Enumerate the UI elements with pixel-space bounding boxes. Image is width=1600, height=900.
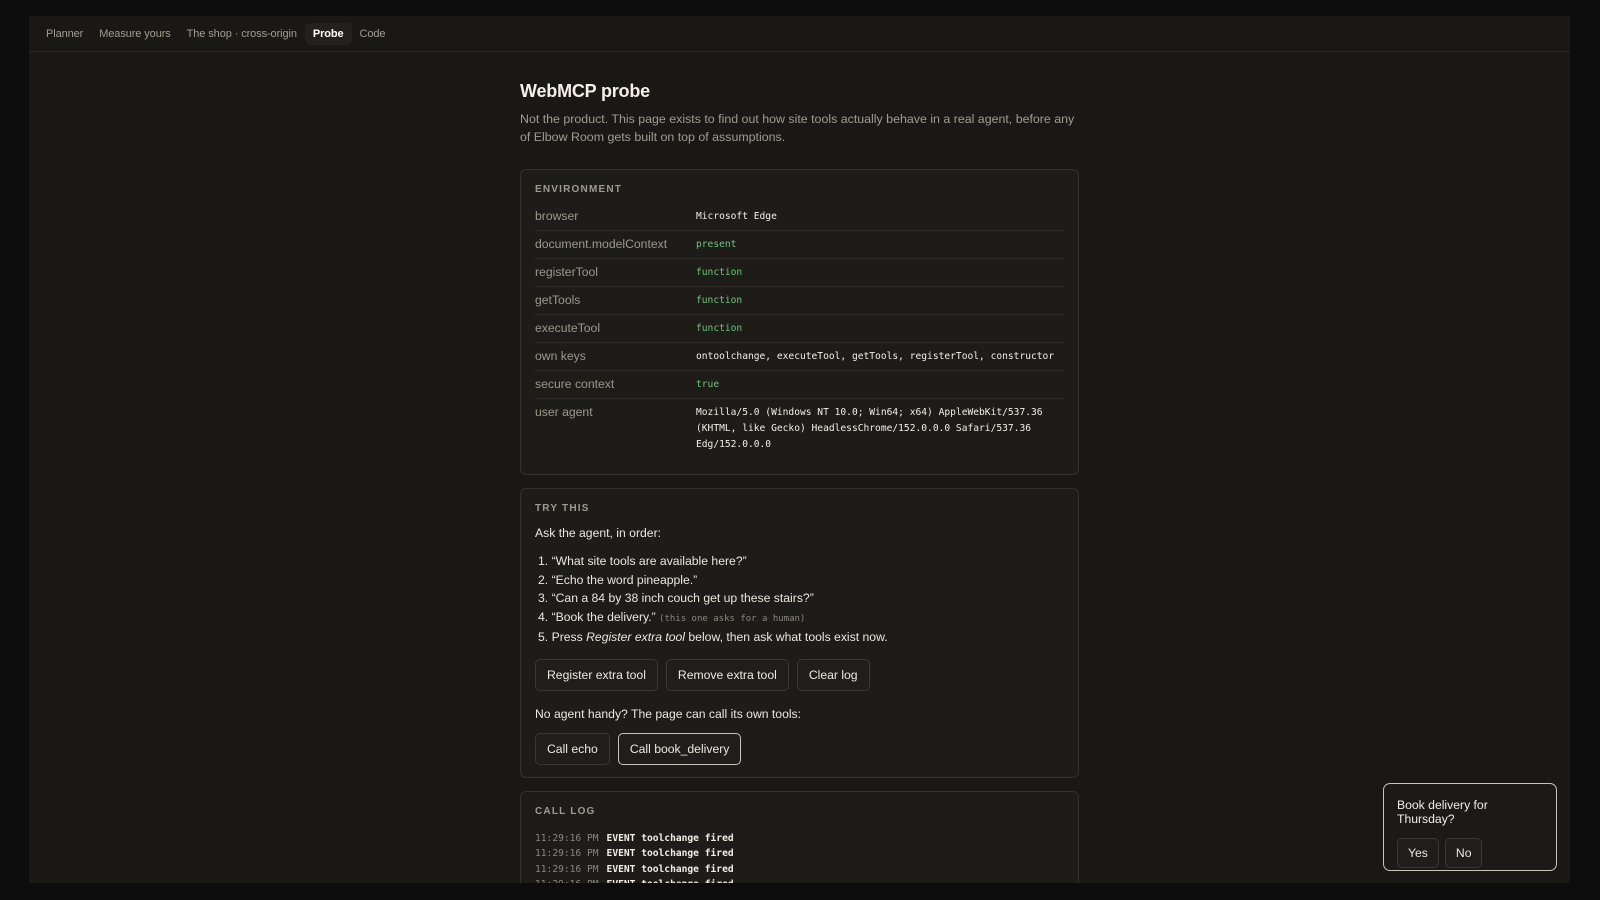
call-button-row: Call echo Call book_delivery: [535, 732, 1064, 765]
env-value: function: [696, 267, 743, 278]
env-key: registerTool: [535, 265, 598, 279]
try-this-card: TRY THIS Ask the agent, in order: 1. “Wh…: [520, 488, 1079, 778]
log-time: 11:29:16 PM: [535, 863, 599, 875]
try-this-title: TRY THIS: [535, 503, 590, 514]
step-text: “What site tools are available here?”: [551, 554, 747, 568]
step-text: “Echo the word pineapple.”: [551, 572, 698, 587]
step-number: 3.: [538, 591, 549, 605]
env-key: getTools: [535, 293, 581, 307]
step-text: “Book the delivery.”: [551, 609, 656, 624]
nav-the-shop[interactable]: The shop · cross-origin: [179, 23, 305, 45]
env-key: executeTool: [535, 321, 601, 335]
env-value: present: [696, 239, 737, 250]
env-row: registerTool function: [535, 259, 1064, 287]
environment-title: ENVIRONMENT: [535, 184, 623, 195]
env-value: true: [696, 379, 720, 390]
step-item: 2. “Echo the word pineapple.”: [535, 571, 1064, 590]
page-subtitle: Not the product. This page exists to fin…: [520, 112, 1075, 144]
step-text-post: below, then ask what tools exist now.: [685, 630, 888, 644]
log-time: 11:29:16 PM: [535, 848, 599, 859]
app-frame: Planner Measure yours The shop · cross-o…: [29, 16, 1570, 883]
env-key: browser: [535, 209, 579, 223]
step-text-emphasis: Register extra tool: [586, 630, 686, 644]
main-content: WebMCP probe Not the product. This page …: [520, 52, 1079, 883]
top-nav: Planner Measure yours The shop · cross-o…: [29, 16, 1570, 52]
env-row: executeTool function: [535, 315, 1064, 343]
confirm-question: Book delivery for Thursday?: [1397, 798, 1488, 826]
log-message: EVENT toolchange fired: [606, 863, 734, 875]
env-value: function: [696, 295, 743, 306]
env-value: ontoolchange, executeTool, getTools, reg…: [696, 351, 1055, 362]
env-value: Mozilla/5.0 (Windows NT 10.0; Win64; x64…: [696, 407, 1043, 450]
step-item: 1. “What site tools are available here?”: [535, 552, 1064, 571]
confirm-buttons: Yes No: [1397, 838, 1543, 868]
log-message: EVENT toolchange fired: [606, 832, 734, 844]
step-hint: (this one asks for a human): [659, 613, 806, 624]
step-number: 2.: [538, 572, 549, 587]
remove-extra-tool-button[interactable]: Remove extra tool: [665, 658, 789, 691]
nav-probe[interactable]: Probe: [304, 22, 352, 45]
step-item: 4. “Book the delivery.” (this one asks f…: [535, 608, 1064, 629]
call-book-delivery-button[interactable]: Call book_delivery: [617, 732, 742, 765]
env-value: function: [696, 323, 743, 334]
environment-table: browser Microsoft Edge document.modelConte…: [535, 203, 1064, 458]
step-number: 5.: [538, 630, 549, 644]
log-message: EVENT toolchange fired: [607, 879, 734, 883]
env-row: document.modelContext present: [535, 231, 1064, 259]
nav-measure-yours[interactable]: Measure yours: [91, 23, 178, 45]
call-log-card: CALL LOG 11:29:16 PM EVENT toolchange fir…: [520, 790, 1079, 884]
try-intro: Ask the agent, in order:: [535, 526, 662, 540]
env-key: secure context: [535, 377, 615, 391]
tool-button-row: Register extra tool Remove extra tool Cl…: [535, 658, 1064, 691]
env-row: own keys ontoolchange, executeTool, getTo…: [535, 343, 1064, 371]
step-number: 1.: [538, 554, 549, 568]
nav-code[interactable]: Code: [352, 23, 394, 45]
env-row: browser Microsoft Edge: [535, 203, 1064, 231]
step-item: 3. “Can a 84 by 38 inch couch get up the…: [535, 589, 1064, 608]
nav-planner[interactable]: Planner: [38, 23, 91, 45]
confirm-no-button[interactable]: No: [1444, 838, 1483, 868]
step-text: “Can a 84 by 38 inch couch get up these …: [551, 591, 814, 605]
clear-log-button[interactable]: Clear log: [796, 658, 870, 691]
steps-list: 1. “What site tools are available here?”…: [535, 552, 1064, 647]
confirm-dialog: Book delivery for Thursday? Yes No: [1383, 783, 1557, 871]
env-row: getTools function: [535, 287, 1064, 315]
step-text-pre: Press: [551, 630, 587, 644]
log-time: 11:29:16 PM: [535, 832, 599, 844]
log-line: 11:29:16 PM EVENT toolchange fired: [535, 846, 1064, 862]
call-log-title: CALL LOG: [535, 805, 596, 817]
register-extra-tool-button[interactable]: Register extra tool: [535, 658, 658, 691]
log-line: 11:29:16 PM EVENT toolchange fired: [535, 877, 1064, 883]
call-echo-button[interactable]: Call echo: [535, 732, 610, 765]
log-line: 11:29:16 PM EVENT toolchange fired: [535, 831, 1064, 847]
log-time: 11:29:16 PM: [535, 879, 599, 883]
environment-card: ENVIRONMENT browser Microsoft Edge documen…: [520, 169, 1079, 475]
env-row: secure context true: [535, 371, 1064, 399]
env-row: user agent Mozilla/5.0 (Windows NT 10.0; …: [535, 399, 1064, 458]
env-key: document.modelContext: [535, 237, 668, 251]
step-number: 4.: [538, 609, 549, 624]
log-line: 11:29:16 PM EVENT toolchange fired: [535, 862, 1064, 878]
confirm-yes-button[interactable]: Yes: [1397, 838, 1439, 868]
page-title: WebMCP probe: [520, 81, 650, 101]
env-value: Microsoft Edge: [696, 211, 777, 222]
env-key: user agent: [535, 405, 593, 419]
log-message: EVENT toolchange fired: [606, 848, 734, 859]
step-item: 5. Press Register extra tool below, then…: [535, 628, 1064, 647]
no-agent-text: No agent handy? The page can call its ow…: [535, 706, 802, 721]
env-key: own keys: [535, 349, 586, 363]
call-log-lines: 11:29:16 PM EVENT toolchange fired 11:29:1…: [535, 831, 1064, 884]
